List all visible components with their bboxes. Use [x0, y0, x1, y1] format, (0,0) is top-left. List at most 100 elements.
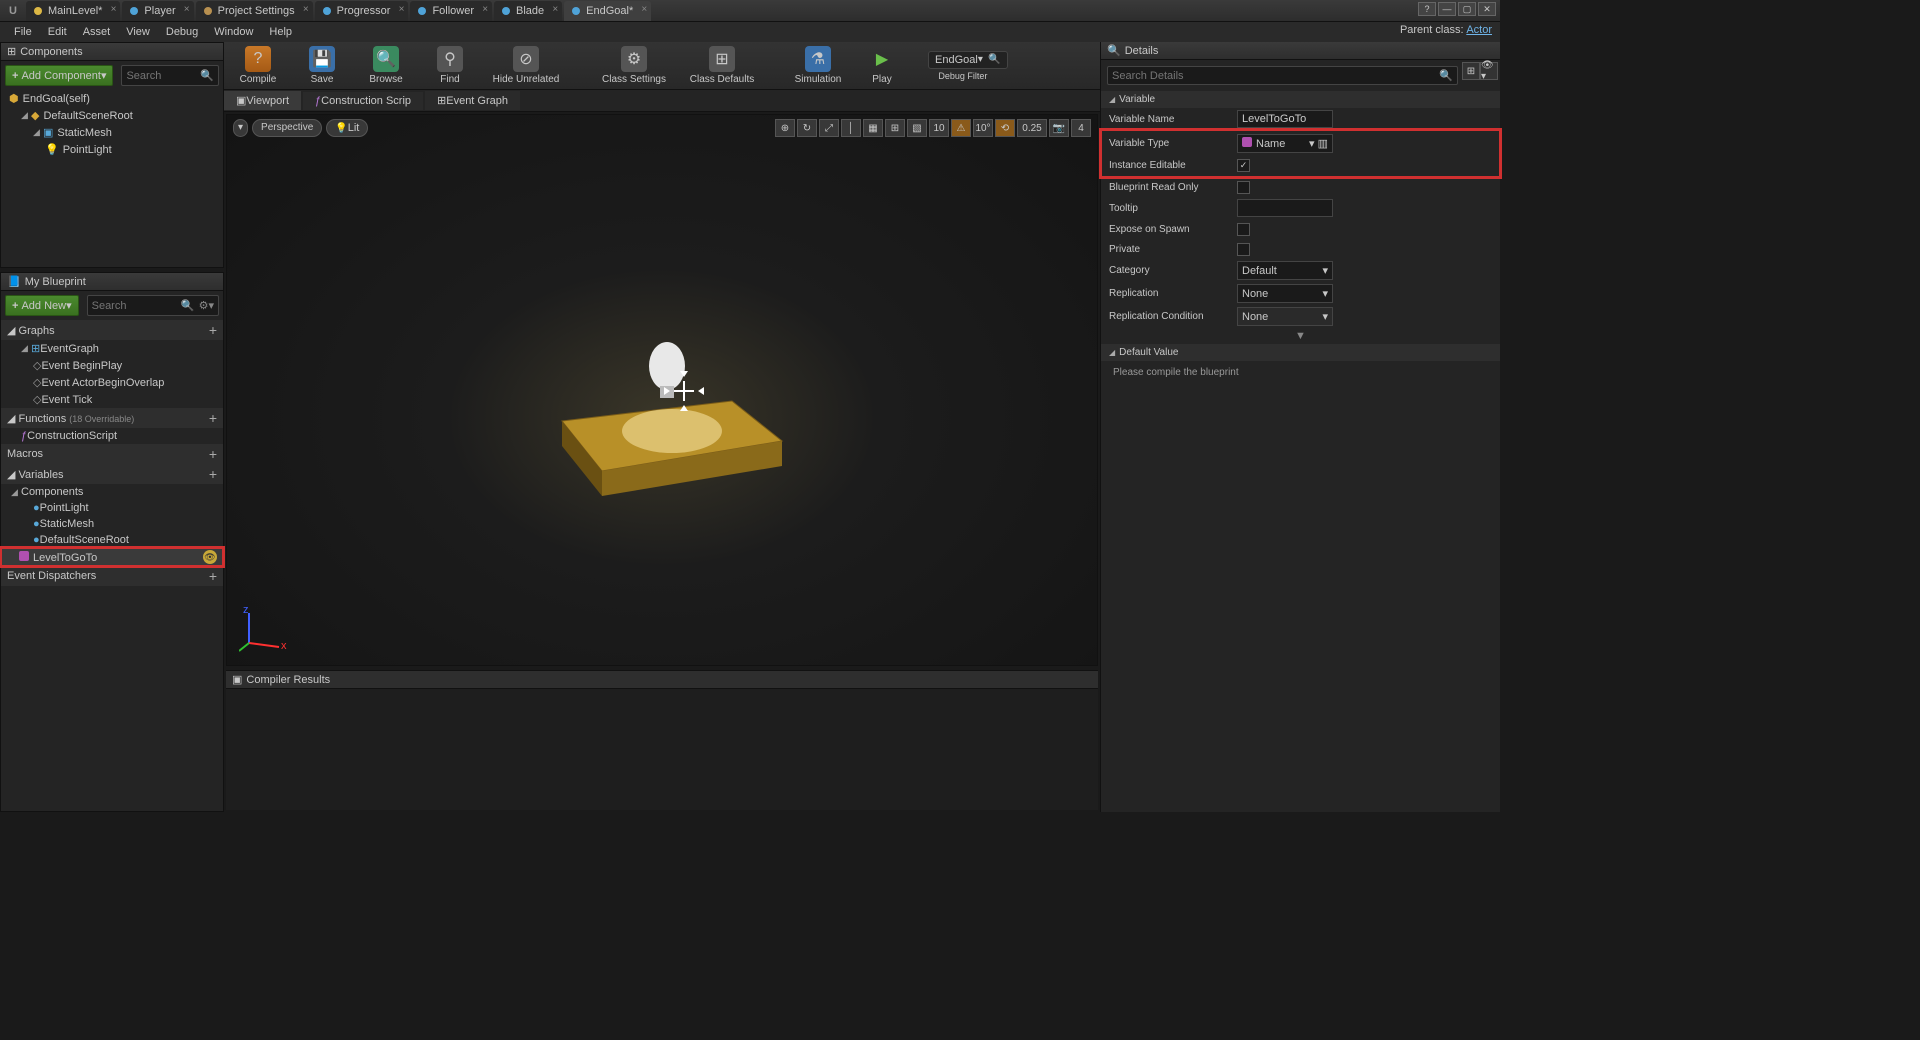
rotate-tool[interactable]: ↻	[797, 119, 817, 137]
warn-icon[interactable]: ⚠	[951, 119, 971, 137]
add-macro-icon[interactable]: +	[209, 446, 217, 462]
variable-name-input[interactable]	[1237, 110, 1333, 128]
camera-speed-value[interactable]: 4	[1071, 119, 1091, 137]
add-new-button[interactable]: +Add New ▾	[5, 295, 79, 316]
macros-section[interactable]: Macros+	[1, 444, 223, 464]
angle-snap-value[interactable]: 10°	[973, 119, 993, 137]
blueprint-search[interactable]: 🔍⚙▾	[87, 295, 219, 316]
tab-mainlevel[interactable]: MainLevel*×	[26, 1, 120, 21]
perspective-button[interactable]: Perspective	[252, 119, 322, 137]
add-component-button[interactable]: +Add Component ▾	[5, 65, 113, 86]
functions-section[interactable]: ◢ Functions (18 Overridable)+	[1, 408, 223, 428]
dispatchers-section[interactable]: Event Dispatchers+	[1, 566, 223, 586]
tooltip-input[interactable]	[1237, 199, 1333, 217]
var-leveltogoto[interactable]: LevelToGoTo 👁	[1, 548, 223, 566]
variable-category[interactable]: Variable	[1101, 91, 1500, 108]
compiler-results-header[interactable]: ▣Compiler Results	[226, 671, 1098, 689]
category-dropdown[interactable]: Default▾	[1237, 261, 1333, 280]
close-icon[interactable]: ×	[552, 4, 558, 15]
property-matrix-button[interactable]: ⊞	[1462, 62, 1480, 80]
menu-asset[interactable]: Asset	[75, 23, 119, 41]
add-variable-icon[interactable]: +	[209, 466, 217, 482]
graphs-section[interactable]: ◢ Graphs+	[1, 320, 223, 340]
graph-beginoverlap[interactable]: ◇ Event ActorBeginOverlap	[1, 374, 223, 391]
snap-grid-icon[interactable]: ⊞	[885, 119, 905, 137]
hide-unrelated-button[interactable]: ⊘Hide Unrelated	[486, 43, 566, 89]
tab-eventgraph[interactable]: ⊞ Event Graph	[425, 91, 520, 110]
scale-snap-value[interactable]: 0.25	[1017, 119, 1047, 137]
var-sceneroot[interactable]: ● DefaultSceneRoot	[1, 532, 223, 548]
find-button[interactable]: ⚲Find	[422, 43, 478, 89]
details-search[interactable]: 🔍	[1107, 66, 1458, 85]
tab-project-settings[interactable]: Project Settings×	[196, 1, 313, 21]
graph-tick[interactable]: ◇ Event Tick	[1, 391, 223, 408]
menu-view[interactable]: View	[118, 23, 158, 41]
close-button[interactable]: ✕	[1478, 2, 1496, 16]
menu-edit[interactable]: Edit	[40, 23, 75, 41]
viewport-3d[interactable]: ▾ Perspective 💡Lit ⊕ ↻ ⤢ │ ▦ ⊞ ▧ 10 ⚠ 10…	[226, 114, 1098, 666]
lit-button[interactable]: 💡Lit	[326, 119, 368, 137]
visibility-button[interactable]: 👁▾	[1480, 62, 1498, 80]
menu-debug[interactable]: Debug	[158, 23, 206, 41]
play-button[interactable]: ▶Play	[854, 43, 910, 89]
close-icon[interactable]: ×	[482, 4, 488, 15]
variables-section[interactable]: ◢ Variables+	[1, 464, 223, 484]
eye-icon[interactable]: 👁	[203, 550, 217, 564]
viewport-options[interactable]: ▾	[233, 119, 248, 137]
private-checkbox[interactable]	[1237, 243, 1250, 256]
tab-progressor[interactable]: Progressor×	[315, 1, 409, 21]
graph-beginplay[interactable]: ◇ Event BeginPlay	[1, 357, 223, 374]
scale-tool[interactable]: ⤢	[819, 119, 839, 137]
class-defaults-button[interactable]: ⊞Class Defaults	[682, 43, 762, 89]
instance-editable-checkbox[interactable]	[1237, 159, 1250, 172]
debug-object-selector[interactable]: EndGoal ▾ 🔍	[928, 51, 1008, 69]
component-static-mesh[interactable]: ◢▣StaticMesh	[1, 124, 223, 141]
close-icon[interactable]: ×	[184, 4, 190, 15]
menu-help[interactable]: Help	[261, 23, 300, 41]
components-search[interactable]: 🔍	[121, 65, 219, 86]
add-graph-icon[interactable]: +	[209, 322, 217, 338]
grid-snap-value[interactable]: 10	[929, 119, 949, 137]
help-button[interactable]: ?	[1418, 2, 1436, 16]
variables-components-group[interactable]: ◢Components	[1, 484, 223, 500]
simulation-button[interactable]: ⚗Simulation	[790, 43, 846, 89]
close-icon[interactable]: ×	[399, 4, 405, 15]
component-scene-root[interactable]: ◢◆DefaultSceneRoot	[1, 107, 223, 124]
maximize-button[interactable]: ▢	[1458, 2, 1476, 16]
default-value-category[interactable]: Default Value	[1101, 344, 1500, 361]
scale-snap-icon[interactable]: ⟲	[995, 119, 1015, 137]
snap-surface-icon[interactable]: ▧	[907, 119, 927, 137]
expose-spawn-checkbox[interactable]	[1237, 223, 1250, 236]
expand-arrow[interactable]: ▼	[1101, 328, 1500, 344]
menu-window[interactable]: Window	[206, 23, 261, 41]
graph-eventgraph[interactable]: ◢⊞ EventGraph	[1, 340, 223, 357]
component-self[interactable]: ⬢EndGoal(self)	[1, 90, 223, 107]
camera-speed-icon[interactable]: 📷	[1049, 119, 1069, 137]
tab-blade[interactable]: Blade×	[494, 1, 562, 21]
replication-dropdown[interactable]: None▾	[1237, 284, 1333, 303]
close-icon[interactable]: ×	[111, 4, 117, 15]
parent-class-link[interactable]: Actor	[1466, 24, 1492, 36]
close-icon[interactable]: ×	[641, 4, 647, 15]
tab-player[interactable]: Player×	[122, 1, 193, 21]
details-header[interactable]: 🔍Details	[1101, 42, 1500, 60]
variable-type-dropdown[interactable]: Name▾ ▥	[1237, 134, 1333, 153]
tab-viewport[interactable]: ▣ Viewport	[224, 91, 301, 110]
replication-condition-dropdown[interactable]: None▾	[1237, 307, 1333, 326]
components-panel-header[interactable]: ⊞Components	[1, 43, 223, 61]
function-construction[interactable]: ƒ ConstructionScript	[1, 428, 223, 444]
tab-endgoal[interactable]: EndGoal*×	[564, 1, 651, 21]
close-icon[interactable]: ×	[303, 4, 309, 15]
var-pointlight[interactable]: ● PointLight	[1, 500, 223, 516]
add-function-icon[interactable]: +	[209, 410, 217, 426]
browse-button[interactable]: 🔍Browse	[358, 43, 414, 89]
class-settings-button[interactable]: ⚙Class Settings	[594, 43, 674, 89]
minimize-button[interactable]: —	[1438, 2, 1456, 16]
my-blueprint-header[interactable]: 📘My Blueprint	[1, 273, 223, 291]
menu-file[interactable]: File	[6, 23, 40, 41]
var-staticmesh[interactable]: ● StaticMesh	[1, 516, 223, 532]
add-dispatcher-icon[interactable]: +	[209, 568, 217, 584]
save-button[interactable]: 💾Save	[294, 43, 350, 89]
coord-toggle[interactable]: ▦	[863, 119, 883, 137]
tab-construction[interactable]: ƒ Construction Scrip	[303, 92, 423, 110]
